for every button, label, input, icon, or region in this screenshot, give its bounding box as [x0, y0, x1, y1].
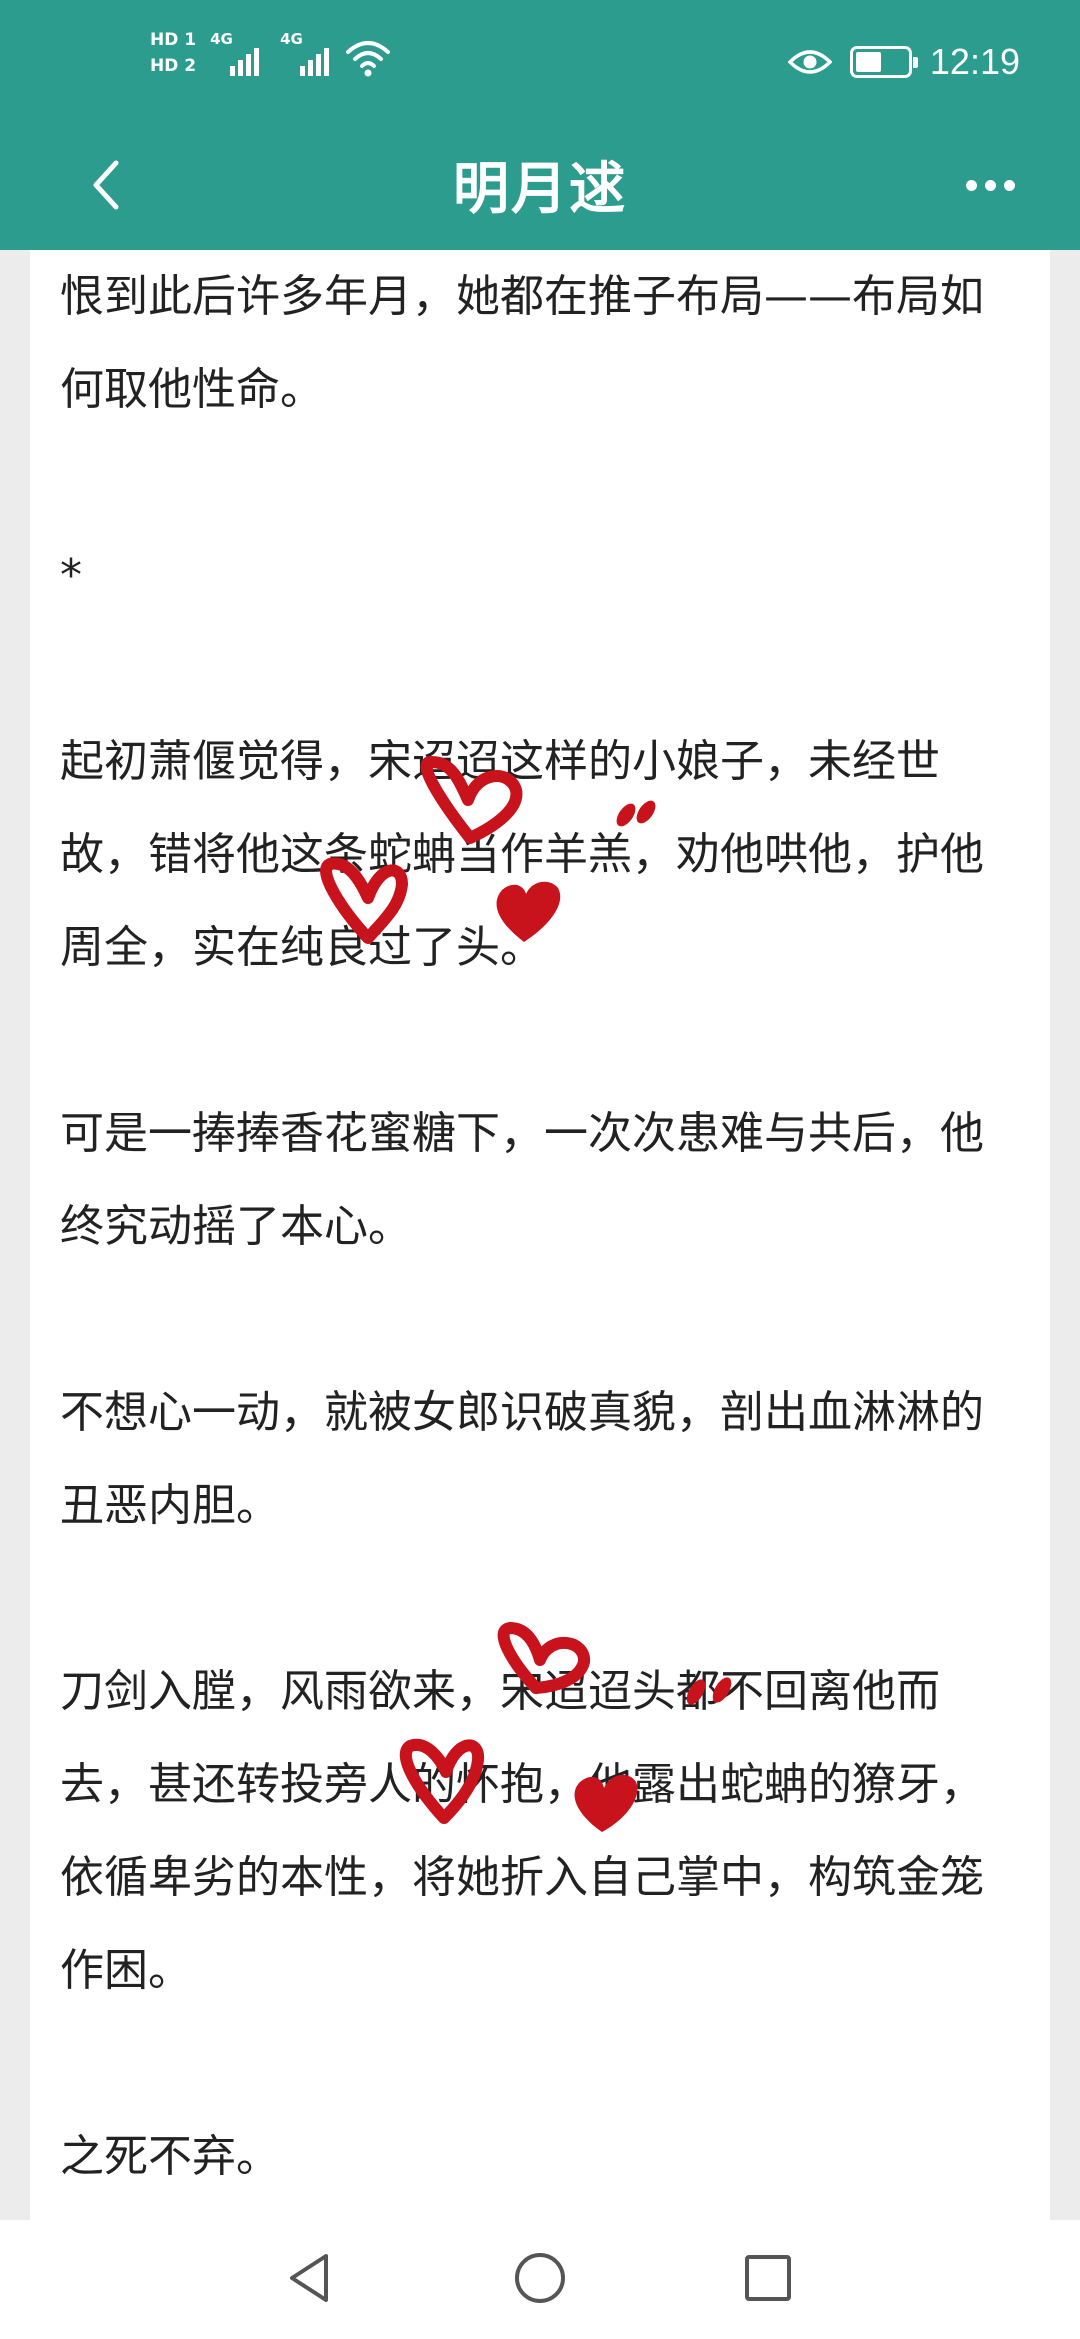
article-text: 恨到此后许多年月，她都在推子布局——布局如 何取他性命。 * 起初萧偃觉得，宋迢…	[60, 250, 1020, 2203]
paragraph: 不想心一动，就被女郎识破真貌，剖出血淋淋的 丑恶内胆。	[60, 1366, 1020, 1552]
text-line: 不想心一动，就被女郎识破真貌，剖出血淋淋的	[60, 1387, 984, 1438]
text-line: 可是一捧捧香花蜜糖下，一次次患难与共后，他	[60, 1108, 984, 1159]
text-line: 刀剑入膛，风雨欲来，宋迢迢头都不回离他而	[60, 1666, 940, 1717]
system-nav-bar	[0, 2220, 1080, 2339]
status-time: 12:19	[929, 41, 1020, 82]
status-right: 12:19	[787, 36, 1020, 88]
signal-group: HD 1 HD 2 4G 4G	[150, 30, 336, 86]
text-line: 终究动摇了本心。	[60, 1201, 412, 1252]
hd-badges: HD 1 HD 2	[150, 30, 196, 76]
sim1-hd-badge: HD 1	[150, 30, 197, 50]
more-options-button[interactable]	[950, 150, 1030, 220]
paragraph: *	[60, 529, 1020, 622]
text-line: 何取他性命。	[60, 364, 324, 415]
square-recents-icon[interactable]	[738, 2248, 798, 2308]
paragraph: 可是一捧捧香花蜜糖下，一次次患难与共后，他 终究动摇了本心。	[60, 1087, 1020, 1273]
title-bar: 明月逑	[0, 120, 1080, 250]
sim1-network-type: 4G	[210, 30, 233, 48]
sim2-signal-icon: 4G	[280, 30, 336, 80]
status-bar: HD 1 HD 2 4G 4G 12:19	[0, 0, 1080, 120]
text-line: 之死不弃。	[60, 2131, 280, 2182]
text-line: 去，甚还转投旁人的怀抱，他露出蛇蚺的獠牙，	[60, 1759, 984, 1810]
circle-home-icon[interactable]	[510, 2248, 570, 2308]
text-line: 故，错将他这条蛇蚺当作羊羔，劝他哄他，护他	[60, 829, 984, 880]
sim1-signal-icon: 4G	[210, 30, 266, 80]
triangle-back-icon[interactable]	[280, 2248, 340, 2308]
paragraph: 恨到此后许多年月，她都在推子布局——布局如 何取他性命。	[60, 250, 1020, 436]
reader-content[interactable]: 恨到此后许多年月，她都在推子布局——布局如 何取他性命。 * 起初萧偃觉得，宋迢…	[30, 250, 1050, 2220]
text-line: 周全，实在纯良过了头。	[60, 922, 544, 973]
text-line: 丑恶内胆。	[60, 1480, 280, 1531]
wifi-icon	[346, 41, 390, 77]
text-line: 作困。	[60, 1945, 192, 1996]
sim2-hd-badge: HD 2	[150, 56, 197, 76]
battery-fill	[855, 52, 882, 72]
eye-icon	[787, 50, 832, 74]
paragraph: 起初萧偃觉得，宋迢迢这样的小娘子，未经世 故，错将他这条蛇蚺当作羊羔，劝他哄他，…	[60, 715, 1020, 994]
text-line: 恨到此后许多年月，她都在推子布局——布局如	[60, 271, 984, 322]
battery-icon	[849, 46, 918, 78]
text-line: 依循卑劣的本性，将她折入自己掌中，构筑金笼	[60, 1852, 984, 1903]
sim2-network-type: 4G	[280, 30, 303, 48]
paragraph: 刀剑入膛，风雨欲来，宋迢迢头都不回离他而 去，甚还转投旁人的怀抱，他露出蛇蚺的獠…	[60, 1645, 1020, 2017]
paragraph: 之死不弃。	[60, 2110, 1020, 2203]
section-separator: *	[60, 550, 82, 601]
page-title: 明月逑	[453, 157, 627, 222]
more-dots-icon	[965, 179, 977, 191]
app-header: HD 1 HD 2 4G 4G 12:19 明月逑	[0, 0, 1080, 250]
text-line: 起初萧偃觉得，宋迢迢这样的小娘子，未经世	[60, 736, 940, 787]
